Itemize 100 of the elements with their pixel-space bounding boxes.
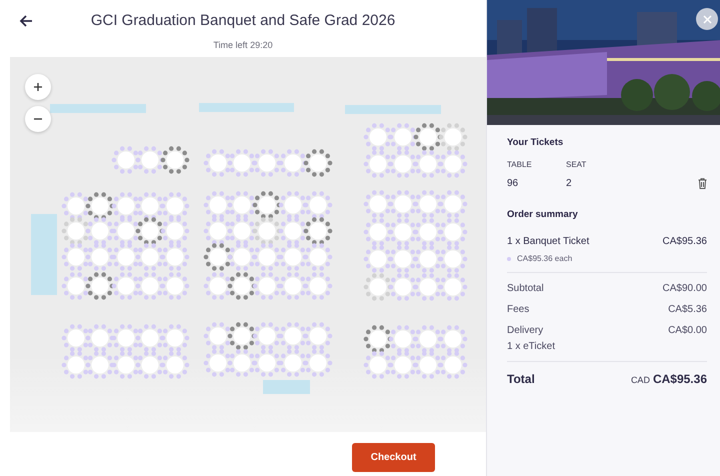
round-table[interactable] — [364, 218, 392, 246]
round-table[interactable] — [278, 191, 308, 219]
round-table[interactable] — [278, 349, 308, 377]
round-table[interactable] — [252, 243, 282, 271]
round-table[interactable] — [86, 324, 114, 352]
round-table[interactable] — [278, 322, 308, 350]
round-table[interactable] — [228, 149, 256, 177]
round-table[interactable] — [86, 192, 114, 220]
round-table[interactable] — [388, 150, 418, 178]
round-table[interactable] — [112, 217, 140, 245]
round-table[interactable] — [112, 324, 140, 352]
round-table[interactable] — [112, 351, 140, 379]
round-table[interactable] — [438, 351, 468, 379]
back-arrow-icon[interactable] — [18, 13, 34, 29]
round-table[interactable] — [62, 243, 90, 271]
round-table[interactable] — [414, 150, 442, 178]
round-table[interactable] — [228, 349, 256, 377]
round-table[interactable] — [160, 351, 190, 379]
round-table[interactable] — [204, 243, 232, 271]
round-table[interactable] — [278, 217, 308, 245]
round-table[interactable] — [62, 324, 90, 352]
round-table[interactable] — [304, 191, 332, 219]
round-table[interactable] — [438, 150, 468, 178]
round-table[interactable] — [304, 243, 332, 271]
checkout-button[interactable]: Checkout — [352, 443, 435, 472]
round-table[interactable] — [136, 272, 164, 300]
round-table[interactable] — [252, 149, 282, 177]
round-table[interactable] — [252, 191, 282, 219]
round-table[interactable] — [136, 351, 164, 379]
round-table[interactable] — [62, 351, 90, 379]
round-table[interactable] — [388, 273, 418, 301]
round-table[interactable] — [414, 351, 442, 379]
round-table[interactable] — [136, 192, 164, 220]
round-table[interactable] — [438, 218, 468, 246]
round-table[interactable] — [136, 243, 164, 271]
round-table[interactable] — [388, 245, 418, 273]
round-table[interactable] — [414, 245, 442, 273]
round-table[interactable] — [438, 273, 468, 301]
round-table[interactable] — [136, 146, 164, 174]
round-table[interactable] — [364, 351, 392, 379]
round-table[interactable] — [86, 217, 114, 245]
round-table[interactable] — [278, 272, 308, 300]
round-table[interactable] — [204, 191, 232, 219]
round-table[interactable] — [388, 218, 418, 246]
round-table[interactable] — [160, 217, 190, 245]
round-table[interactable] — [112, 272, 140, 300]
round-table[interactable] — [388, 123, 418, 151]
round-table[interactable] — [112, 243, 140, 271]
round-table[interactable] — [160, 324, 190, 352]
round-table[interactable] — [388, 351, 418, 379]
round-table[interactable] — [364, 123, 392, 151]
round-table[interactable] — [388, 325, 418, 353]
round-table[interactable] — [62, 192, 90, 220]
round-table[interactable] — [204, 217, 232, 245]
round-table[interactable] — [414, 123, 442, 151]
round-table[interactable] — [438, 190, 468, 218]
round-table[interactable] — [204, 322, 232, 350]
trash-icon[interactable] — [698, 178, 707, 189]
round-table[interactable] — [304, 322, 332, 350]
round-table[interactable] — [364, 273, 392, 301]
round-table[interactable] — [86, 272, 114, 300]
zoom-out-button[interactable] — [25, 106, 51, 132]
round-table[interactable] — [364, 190, 392, 218]
round-table[interactable] — [86, 351, 114, 379]
round-table[interactable] — [228, 322, 256, 350]
round-table[interactable] — [364, 150, 392, 178]
round-table[interactable] — [364, 325, 392, 353]
round-table[interactable] — [112, 146, 140, 174]
round-table[interactable] — [160, 146, 190, 174]
round-table[interactable] — [160, 243, 190, 271]
round-table[interactable] — [438, 123, 468, 151]
round-table[interactable] — [252, 272, 282, 300]
round-table[interactable] — [86, 243, 114, 271]
round-table[interactable] — [388, 190, 418, 218]
round-table[interactable] — [160, 192, 190, 220]
round-table[interactable] — [414, 190, 442, 218]
round-table[interactable] — [278, 243, 308, 271]
round-table[interactable] — [62, 272, 90, 300]
round-table[interactable] — [304, 349, 332, 377]
round-table[interactable] — [228, 217, 256, 245]
round-table[interactable] — [136, 324, 164, 352]
round-table[interactable] — [252, 322, 282, 350]
round-table[interactable] — [414, 325, 442, 353]
round-table[interactable] — [204, 272, 232, 300]
round-table[interactable] — [204, 149, 232, 177]
round-table[interactable] — [304, 272, 332, 300]
round-table[interactable] — [364, 245, 392, 273]
round-table[interactable] — [112, 192, 140, 220]
round-table[interactable] — [304, 149, 332, 177]
round-table[interactable] — [438, 245, 468, 273]
round-table[interactable] — [136, 217, 164, 245]
zoom-in-button[interactable] — [25, 74, 51, 100]
round-table[interactable] — [228, 272, 256, 300]
round-table[interactable] — [414, 273, 442, 301]
round-table[interactable] — [438, 325, 468, 353]
round-table[interactable] — [414, 218, 442, 246]
round-table[interactable] — [228, 243, 256, 271]
round-table[interactable] — [278, 149, 308, 177]
round-table[interactable] — [160, 272, 190, 300]
round-table[interactable] — [304, 217, 332, 245]
